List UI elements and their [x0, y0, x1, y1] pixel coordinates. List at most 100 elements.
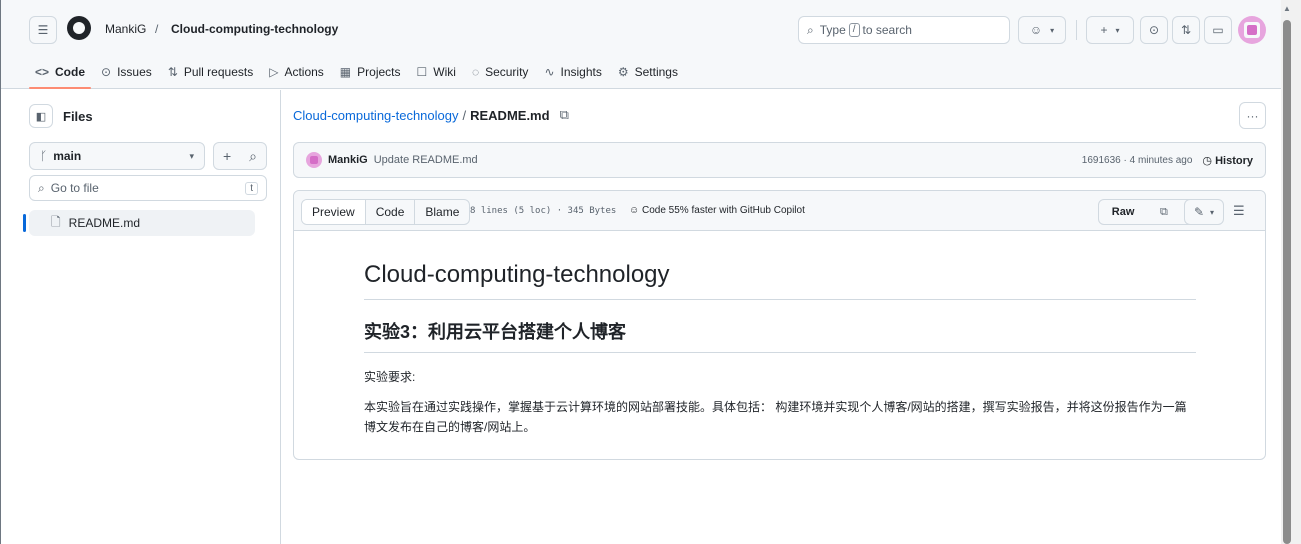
tab-blame[interactable]: Blame: [415, 200, 469, 224]
edit-button[interactable]: ✎ ▾: [1184, 199, 1224, 225]
commit-author[interactable]: MankiG: [328, 154, 368, 166]
chevron-down-icon: ▾: [1210, 207, 1215, 217]
browser-frame: ☰ MankiG / Cloud-computing-technology ⌕ …: [0, 0, 1301, 544]
files-header: ◧ Files: [29, 104, 93, 128]
copy-path-icon[interactable]: ⧉: [560, 107, 569, 123]
search-prefix: Type: [819, 23, 846, 37]
file-breadcrumb: Cloud-computing-technology / README.md ⧉: [293, 107, 569, 123]
user-avatar[interactable]: [1238, 16, 1266, 44]
file-item[interactable]: 🗋 README.md: [23, 210, 255, 236]
tab-wiki[interactable]: ☐ Wiki: [411, 57, 462, 87]
copilot-promo-link[interactable]: ☺ Code 55% faster with GitHub Copilot: [629, 205, 805, 216]
search-shortcut-key: /: [848, 23, 860, 37]
commit-message[interactable]: Update README.md: [374, 154, 478, 166]
repo-header: ☰ MankiG / Cloud-computing-technology ⌕ …: [1, 0, 1281, 89]
tab-security[interactable]: ◌ Security: [466, 57, 535, 87]
chevron-down-icon: ▾: [1050, 25, 1055, 35]
breadcrumb-separator: /: [462, 107, 467, 123]
kebab-icon: ···: [1246, 108, 1259, 123]
tab-label: Pull requests: [183, 65, 254, 79]
file-actions: + ⌕: [213, 142, 267, 170]
page-scrollbar[interactable]: ▲: [1281, 0, 1301, 544]
tab-pull-requests[interactable]: ⇅ Pull requests: [162, 57, 259, 87]
file-viewer: Preview Code Blame 8 lines (5 loc) · 345…: [293, 190, 1266, 460]
outline-icon[interactable]: ☰: [1233, 203, 1245, 219]
readme-paragraph: 实验要求:: [364, 370, 416, 384]
history-label: History: [1215, 154, 1253, 167]
tab-issues[interactable]: ⊙ Issues: [95, 57, 158, 87]
raw-button[interactable]: Raw: [1112, 206, 1135, 218]
copy-icon[interactable]: ⧉: [1160, 206, 1168, 219]
menu-button[interactable]: ☰: [29, 16, 57, 44]
inbox-icon: ▭: [1212, 23, 1224, 37]
issue-circle-icon: ⊙: [101, 65, 112, 79]
owner-link[interactable]: MankiG: [105, 22, 146, 36]
copilot-icon: ☺: [629, 205, 640, 216]
more-options-button[interactable]: ···: [1239, 102, 1266, 129]
create-new-button[interactable]: + ▾: [1086, 16, 1134, 44]
collapse-sidebar-icon[interactable]: ◧: [29, 104, 53, 128]
tab-preview[interactable]: Preview: [302, 200, 366, 224]
copilot-promo-text: Code 55% faster with GitHub Copilot: [642, 205, 805, 216]
book-icon: ☐: [416, 65, 428, 79]
file-viewer-toolbar: Preview Code Blame 8 lines (5 loc) · 345…: [294, 191, 1265, 231]
repo-link[interactable]: Cloud-computing-technology: [171, 22, 338, 36]
file-tree-sidebar: ◧ Files ᚴ main ▾ + ⌕ ⌕ Go to file t 🗋 RE…: [1, 90, 281, 544]
github-logo-icon[interactable]: [67, 16, 91, 40]
shield-icon: ◌: [471, 65, 480, 79]
tab-code-view[interactable]: Code: [366, 200, 416, 224]
repo-tabs: <> Code ⊙ Issues ⇅ Pull requests ▷ Actio…: [29, 57, 688, 89]
readme-title: Cloud-computing-technology: [364, 261, 1196, 300]
tab-label: Insights: [560, 65, 602, 79]
chevron-down-icon: ▾: [189, 150, 194, 161]
search-icon[interactable]: ⌕: [249, 148, 257, 165]
header-divider: [1076, 20, 1077, 40]
tab-insights[interactable]: ∿ Insights: [538, 57, 607, 87]
tab-label: Settings: [634, 65, 678, 79]
table-icon: ▦: [339, 65, 352, 79]
inbox-button[interactable]: ▭: [1204, 16, 1232, 44]
code-icon: <>: [35, 65, 50, 79]
commit-meta[interactable]: 1691636 · 4 minutes ago: [1082, 155, 1193, 166]
tab-settings[interactable]: ⚙ Settings: [612, 57, 684, 87]
chevron-down-icon: ▾: [1115, 25, 1120, 35]
readme-paragraph: 本实验旨在通过实践操作，掌握基于云计算环境的网站部署技能。具体包括： 构建环境并…: [364, 400, 1187, 434]
tab-label: Actions: [284, 65, 324, 79]
search-input[interactable]: ⌕ Type / to search: [798, 16, 1010, 44]
history-button[interactable]: ◷ History: [1202, 154, 1253, 167]
latest-commit-bar: MankiG Update README.md 1691636 · 4 minu…: [293, 142, 1266, 178]
file-info: 8 lines (5 loc) · 345 Bytes: [470, 206, 617, 216]
tab-label: Issues: [117, 65, 152, 79]
issue-circle-icon: ⊙: [1148, 23, 1160, 37]
readme-content: Cloud-computing-technology 实验3：利用云平台搭建个人…: [364, 261, 1196, 447]
author-avatar[interactable]: [306, 152, 322, 168]
branch-selector[interactable]: ᚴ main ▾: [29, 142, 205, 170]
scroll-up-icon[interactable]: ▲: [1283, 4, 1291, 13]
plus-icon: +: [1100, 23, 1108, 37]
tab-label: Wiki: [433, 65, 456, 79]
go-to-file-input[interactable]: ⌕ Go to file t: [29, 175, 267, 201]
tab-code[interactable]: <> Code: [29, 57, 92, 89]
copilot-menu-button[interactable]: ☺ ▾: [1018, 16, 1066, 44]
plus-icon[interactable]: +: [223, 148, 231, 164]
tab-projects[interactable]: ▦ Projects: [334, 57, 407, 87]
tab-actions[interactable]: ▷ Actions: [263, 57, 330, 87]
branch-name: main: [53, 149, 82, 163]
pull-requests-button[interactable]: ⇅: [1172, 16, 1200, 44]
gear-icon: ⚙: [617, 65, 629, 79]
breadcrumb-separator: /: [155, 22, 159, 36]
scrollbar-thumb[interactable]: [1283, 20, 1291, 544]
tab-label: Projects: [357, 65, 401, 79]
file-name: README.md: [68, 216, 140, 230]
go-to-file-placeholder: Go to file: [50, 181, 99, 195]
issues-button[interactable]: ⊙: [1140, 16, 1168, 44]
breadcrumb-repo-link[interactable]: Cloud-computing-technology: [293, 108, 458, 123]
graph-icon: ∿: [544, 65, 555, 79]
tab-label: Code: [55, 65, 86, 79]
selected-indicator: [23, 214, 26, 232]
pencil-icon: ✎: [1193, 205, 1205, 219]
readme-heading: 实验3：利用云平台搭建个人博客: [364, 318, 1196, 353]
file-icon: 🗋: [51, 214, 61, 229]
breadcrumb-file: README.md: [470, 107, 550, 123]
tab-label: Security: [485, 65, 529, 79]
